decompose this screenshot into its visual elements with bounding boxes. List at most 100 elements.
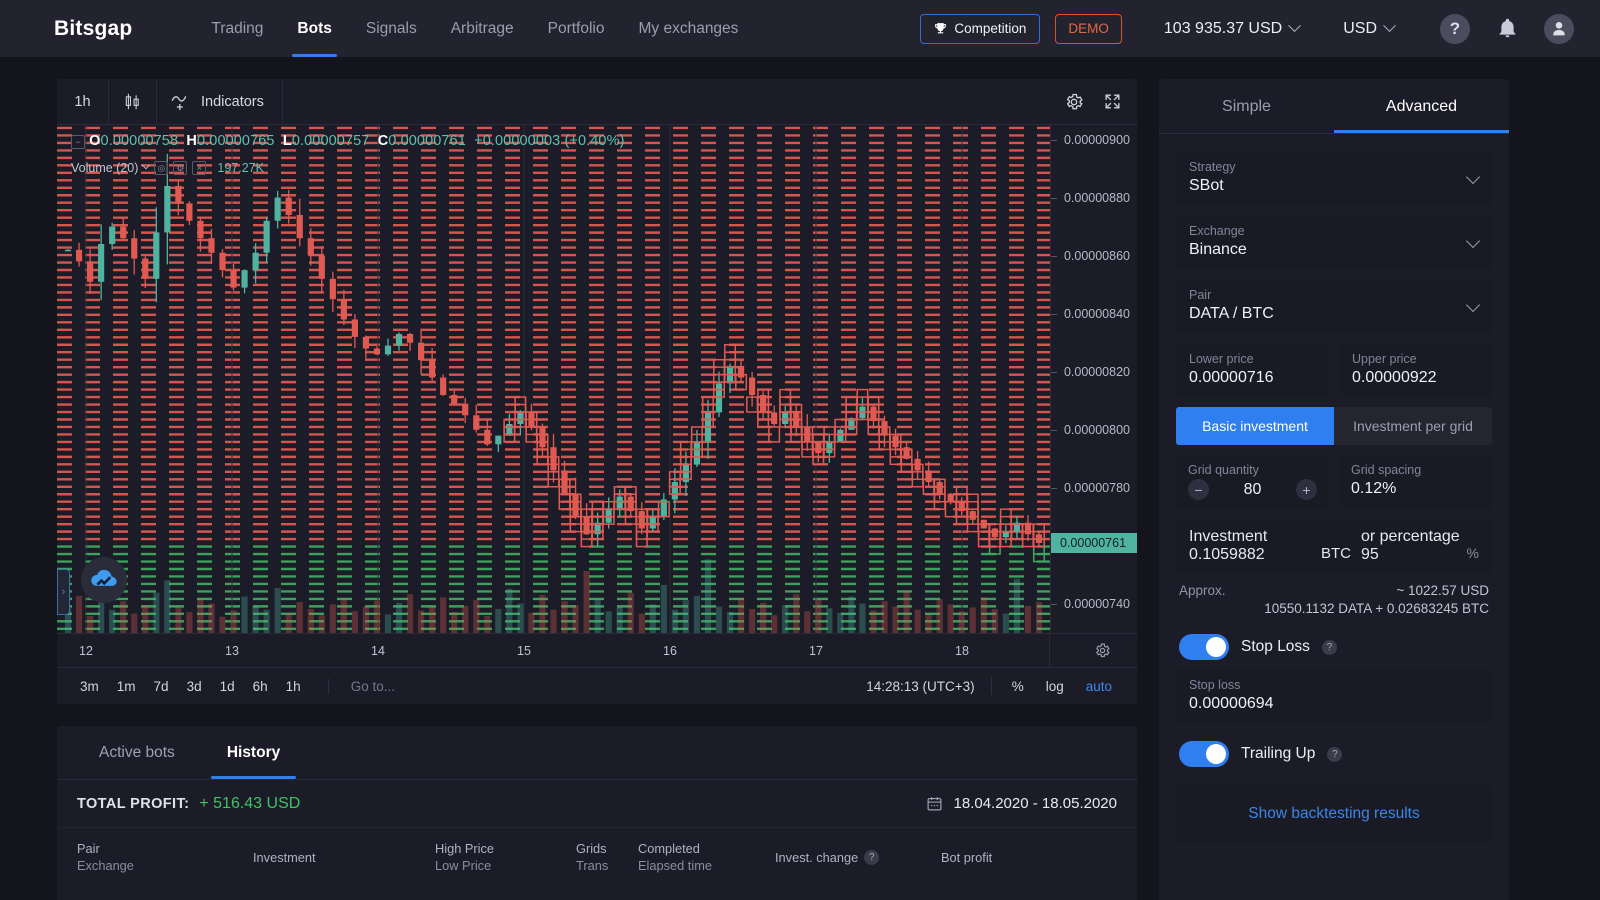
- trailing-up-toggle[interactable]: [1179, 741, 1229, 767]
- chart-settings-gear-icon[interactable]: [1057, 85, 1091, 119]
- percentage-input[interactable]: or percentage 95: [1361, 528, 1467, 564]
- grid-spacing-field[interactable]: Grid spacing 0.12%: [1339, 455, 1492, 509]
- column-investment: Investment: [253, 840, 435, 874]
- grid-quantity-stepper[interactable]: Grid quantity − 80 +: [1176, 455, 1329, 509]
- timeframe-3m[interactable]: 3m: [71, 679, 108, 694]
- pair-select[interactable]: Pair DATA / BTC: [1176, 279, 1492, 333]
- chart-scroll-left-handle[interactable]: ›: [57, 569, 70, 615]
- time-axis-settings-icon[interactable]: [1094, 642, 1111, 664]
- stop-loss-input[interactable]: Stop loss 0.00000694: [1176, 669, 1492, 723]
- nav-item-bots[interactable]: Bots: [280, 0, 348, 57]
- demo-badge[interactable]: DEMO: [1055, 13, 1122, 44]
- goto-date-input[interactable]: Go to...: [327, 678, 395, 694]
- date-range-picker[interactable]: 18.04.2020 - 18.05.2020: [926, 795, 1117, 812]
- stop-loss-toggle[interactable]: [1179, 634, 1229, 660]
- volume-legend: Volume (20) ◎ ⚙ × 197.27K: [71, 160, 264, 175]
- strategy-value: SBot: [1189, 177, 1224, 194]
- avatar[interactable]: [1544, 13, 1574, 44]
- timeframe-6h[interactable]: 6h: [244, 679, 277, 694]
- time-axis[interactable]: 12 13 14 15 16 17 18: [57, 633, 1137, 668]
- timeframe-3d[interactable]: 3d: [178, 679, 211, 694]
- lower-price-input[interactable]: Lower price 0.00000716: [1176, 343, 1329, 397]
- help-icon[interactable]: ?: [864, 850, 880, 865]
- investment-input[interactable]: Investment 0.1059882: [1189, 528, 1321, 564]
- volume-visibility-icon[interactable]: ◎: [154, 161, 169, 175]
- timeframe-1h[interactable]: 1h: [277, 679, 310, 694]
- chevron-down-icon[interactable]: [142, 160, 151, 170]
- timeframe-1d[interactable]: 1d: [211, 679, 244, 694]
- nav-item-my-exchanges[interactable]: My exchanges: [621, 0, 755, 57]
- tradingview-logo[interactable]: [81, 557, 127, 603]
- price-tick-mark: [1051, 429, 1057, 431]
- volume-settings-icon[interactable]: ⚙: [173, 161, 188, 175]
- grid-settings-row: Grid quantity − 80 + Grid spacing 0.12%: [1176, 455, 1492, 509]
- competition-button[interactable]: Competition: [920, 13, 1041, 44]
- time-tick-label: 16: [663, 644, 677, 658]
- strategy-select[interactable]: Strategy SBot: [1176, 151, 1492, 205]
- fullscreen-button[interactable]: [1095, 85, 1129, 119]
- nav-item-portfolio[interactable]: Portfolio: [531, 0, 622, 57]
- scale-log-button[interactable]: log: [1035, 679, 1075, 694]
- show-backtesting-results-button[interactable]: Show backtesting results: [1176, 785, 1492, 843]
- price-tick-label: 0.00000860: [1063, 248, 1130, 263]
- tab-advanced[interactable]: Advanced: [1334, 79, 1509, 133]
- investment-mode-toggle: Basic investment Investment per grid: [1176, 407, 1492, 445]
- chart-cloud-icon: [91, 569, 117, 586]
- ohlc-close-label: C: [377, 133, 389, 149]
- scale-auto-button[interactable]: auto: [1075, 679, 1123, 694]
- price-tick-label: 0.00000840: [1063, 306, 1130, 321]
- column-invest-change-label: Invest. change: [775, 850, 859, 865]
- price-tick-mark: [1051, 487, 1057, 489]
- indicators-button[interactable]: Indicators: [157, 79, 283, 124]
- timeframe-7d[interactable]: 7d: [145, 679, 178, 694]
- ohlc-open-value: 0.00000758: [100, 133, 179, 149]
- column-elapsed-time: Elapsed time: [638, 858, 712, 873]
- scale-percent-button[interactable]: %: [1001, 679, 1035, 694]
- price-tick-mark: [1051, 197, 1057, 199]
- volume-close-icon[interactable]: ×: [192, 161, 207, 175]
- stop-loss-field-value: 0.00000694: [1189, 695, 1274, 712]
- notifications-bell-icon[interactable]: [1492, 14, 1522, 44]
- chart-plot-area[interactable]: − O0.00000758 H0.00000765 L0.00000757 C0…: [57, 125, 1137, 633]
- chevron-down-icon: [1383, 19, 1396, 33]
- main-nav-links: Trading Bots Signals Arbitrage Portfolio…: [194, 0, 755, 57]
- nav-item-trading[interactable]: Trading: [194, 0, 280, 57]
- page-body: 1h Indicators − O0.00000758 H0.00000765 …: [0, 57, 1600, 900]
- tab-history[interactable]: History: [201, 726, 306, 779]
- currency-selector[interactable]: USD: [1343, 19, 1396, 38]
- candlestick-plot[interactable]: [57, 125, 1050, 633]
- balance-selector[interactable]: 103 935.37 USD: [1164, 19, 1302, 38]
- investment-unit: BTC: [1320, 545, 1351, 562]
- help-icon[interactable]: ?: [1327, 746, 1343, 762]
- column-pair-top: Pair: [77, 841, 100, 856]
- tab-active-bots[interactable]: Active bots: [73, 726, 201, 779]
- timeframe-1m[interactable]: 1m: [108, 679, 145, 694]
- help-icon[interactable]: ?: [1321, 639, 1337, 655]
- approx-label: Approx.: [1179, 583, 1226, 598]
- tab-basic-investment[interactable]: Basic investment: [1176, 407, 1334, 445]
- help-icon[interactable]: ?: [1440, 13, 1470, 44]
- indicators-label: Indicators: [201, 93, 264, 110]
- upper-price-input[interactable]: Upper price 0.00000922: [1339, 343, 1492, 397]
- price-range-row: Lower price 0.00000716 Upper price 0.000…: [1176, 343, 1492, 397]
- ohlc-open-label: O: [89, 133, 101, 149]
- axis-divider: [1049, 634, 1050, 667]
- grid-quantity-decrement-button[interactable]: −: [1188, 479, 1209, 500]
- nav-item-signals[interactable]: Signals: [349, 0, 434, 57]
- tab-investment-per-grid[interactable]: Investment per grid: [1334, 407, 1492, 445]
- grid-quantity-increment-button[interactable]: +: [1295, 479, 1317, 500]
- upper-price-label: Upper price: [1352, 352, 1417, 366]
- tab-simple[interactable]: Simple: [1159, 79, 1334, 133]
- price-axis[interactable]: 0.00000900 0.00000880 0.00000860 0.00000840…: [1050, 125, 1137, 633]
- investment-label: Investment: [1189, 528, 1268, 545]
- legend-collapse-icon[interactable]: −: [71, 135, 85, 149]
- nav-item-arbitrage[interactable]: Arbitrage: [434, 0, 531, 57]
- chart-type-candles-button[interactable]: [109, 79, 157, 124]
- brand-logo[interactable]: Bitsgap: [54, 17, 132, 41]
- help-glyph: ?: [1449, 18, 1461, 38]
- grid-spacing-label: Grid spacing: [1351, 463, 1422, 477]
- grid-quantity-value: 80: [1243, 480, 1262, 498]
- interval-selector[interactable]: 1h: [57, 79, 109, 124]
- history-table-header: Pair Exchange Investment High Price Low …: [57, 828, 1137, 874]
- exchange-select[interactable]: Exchange Binance: [1176, 215, 1492, 269]
